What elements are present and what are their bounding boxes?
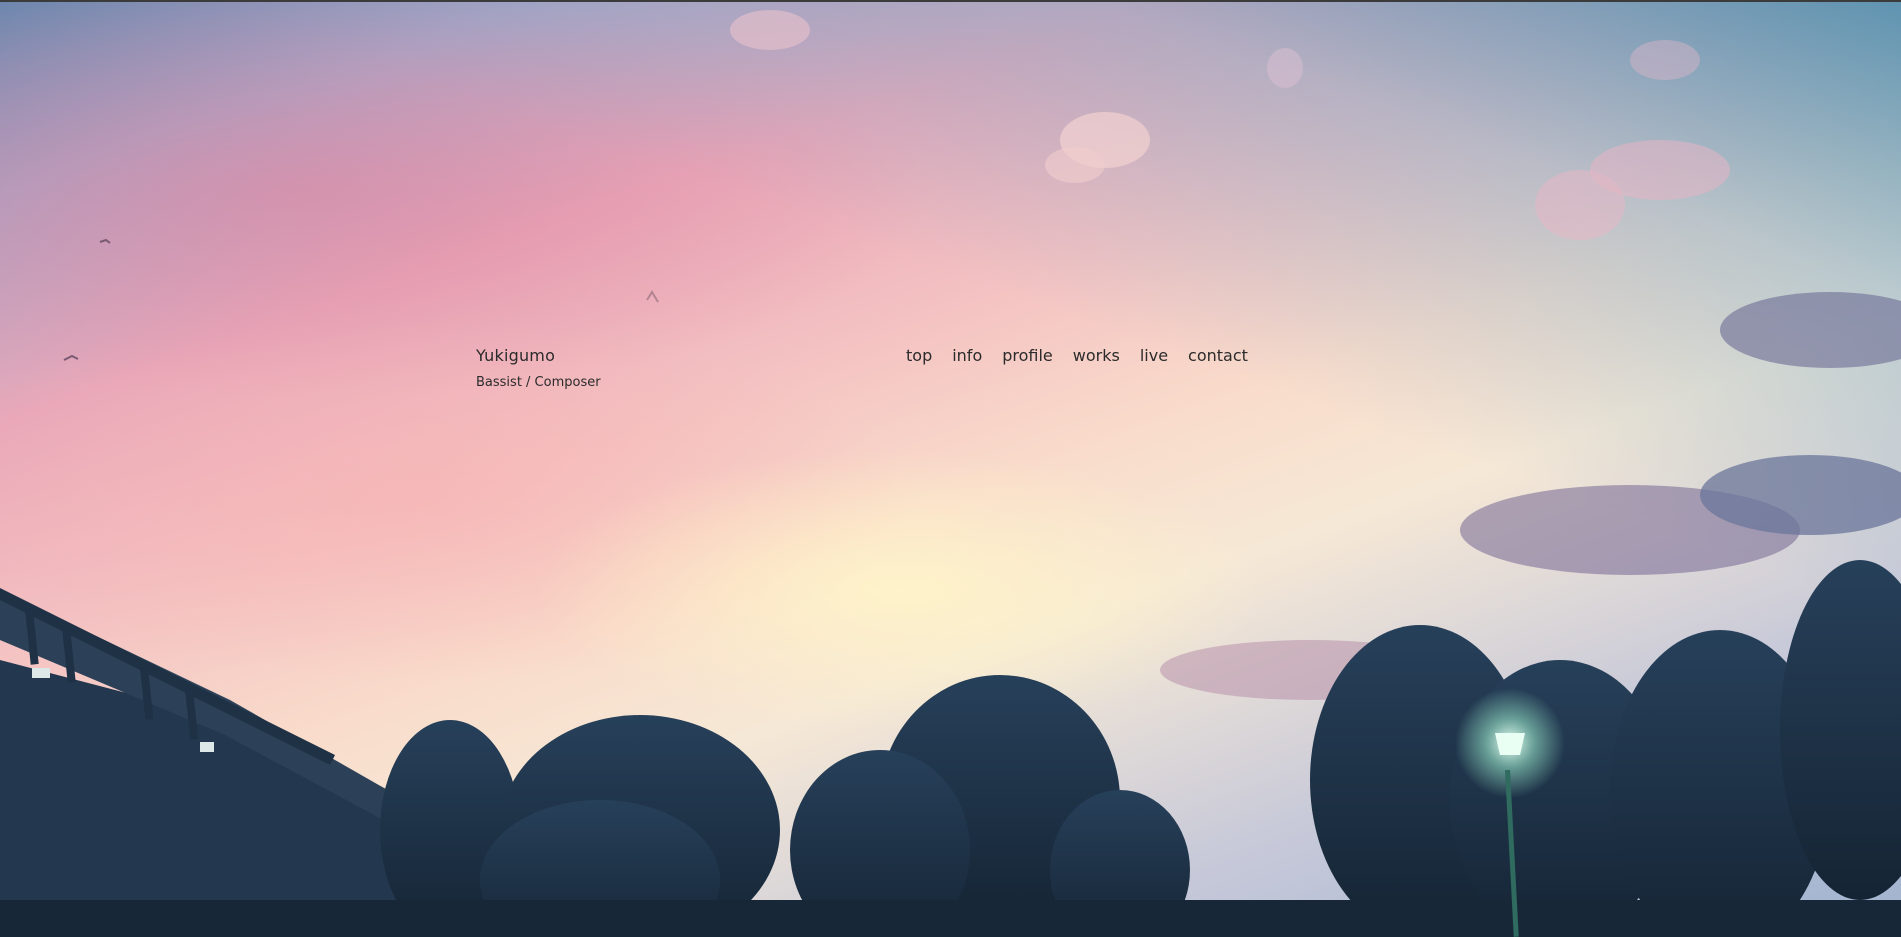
- hero-background: Yukigumo Bassist / Composer top info pro…: [0, 0, 1901, 937]
- building-silhouette: [0, 588, 440, 937]
- nav-item-info[interactable]: info: [952, 346, 982, 365]
- nav-item-top[interactable]: top: [906, 346, 932, 365]
- nav-item-profile[interactable]: profile: [1002, 346, 1053, 365]
- site-header: Yukigumo Bassist / Composer top info pro…: [0, 0, 1901, 400]
- site-title[interactable]: Yukigumo: [476, 346, 555, 365]
- nav-item-contact[interactable]: contact: [1188, 346, 1248, 365]
- site-subtitle: Bassist / Composer: [476, 375, 601, 390]
- nav-item-live[interactable]: live: [1140, 346, 1168, 365]
- nav-item-works[interactable]: works: [1073, 346, 1120, 365]
- global-nav: top info profile works live contact: [906, 346, 1248, 365]
